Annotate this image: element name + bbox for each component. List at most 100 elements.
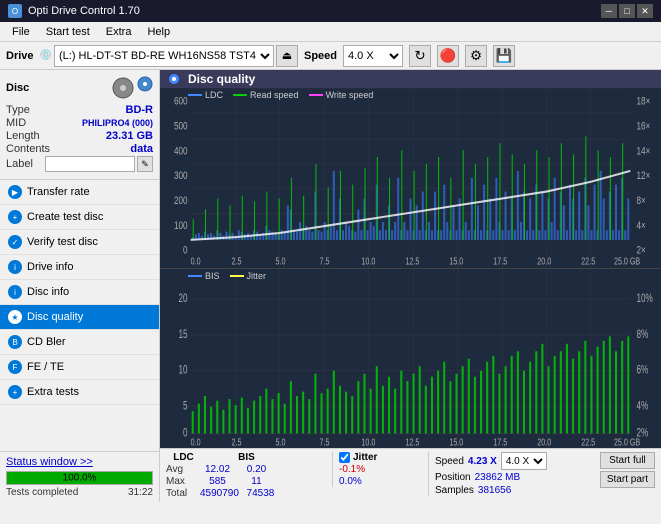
- nav-items: ▶ Transfer rate + Create test disc ✓ Ver…: [0, 180, 159, 451]
- nav-cd-bler[interactable]: B CD Bler: [0, 330, 159, 355]
- svg-text:22.5: 22.5: [581, 436, 595, 448]
- drive-select[interactable]: (L:) HL-DT-ST BD-RE WH16NS58 TST4: [54, 45, 274, 67]
- svg-text:10.0: 10.0: [361, 256, 375, 267]
- svg-text:18×: 18×: [636, 95, 650, 108]
- maximize-button[interactable]: □: [619, 4, 635, 18]
- nav-disc-quality[interactable]: ★ Disc quality: [0, 305, 159, 330]
- speed-label: Speed: [304, 50, 337, 62]
- legend-write: Write speed: [326, 90, 374, 100]
- close-button[interactable]: ✕: [637, 4, 653, 18]
- disc-contents-value: data: [130, 143, 153, 155]
- nav-label-bler: CD Bler: [27, 336, 66, 348]
- disc-label-label: Label: [6, 158, 33, 170]
- nav-create-test-disc[interactable]: + Create test disc: [0, 205, 159, 230]
- nav-drive-info[interactable]: i Drive info: [0, 255, 159, 280]
- svg-text:10%: 10%: [636, 292, 652, 305]
- disc-type-label: Type: [6, 104, 30, 116]
- nav-label-drive: Drive info: [27, 261, 73, 273]
- svg-text:20.0: 20.0: [537, 436, 551, 448]
- start-full-button[interactable]: Start full: [600, 452, 655, 469]
- burn-button[interactable]: 🔴: [437, 45, 459, 67]
- svg-text:15: 15: [179, 328, 188, 341]
- bottom-chart-svg: 20 15 10 5 0 10% 8% 6% 4% 2% 0.0 2.5 5.0…: [160, 269, 661, 449]
- svg-text:20.0: 20.0: [537, 256, 551, 267]
- svg-text:100: 100: [174, 220, 188, 233]
- menu-start-test[interactable]: Start test: [38, 24, 98, 40]
- nav-transfer-rate[interactable]: ▶ Transfer rate: [0, 180, 159, 205]
- disc-label-input[interactable]: [45, 156, 135, 172]
- stats-bis-avg: 0.20: [239, 464, 274, 475]
- disc-mid-label: MID: [6, 117, 26, 129]
- svg-text:4%: 4%: [636, 400, 648, 413]
- speed-select[interactable]: 4.0 X: [343, 45, 403, 67]
- disc-label-edit-button[interactable]: ✎: [137, 156, 153, 172]
- stats-bis-max: 11: [239, 476, 274, 487]
- right-panel: Disc quality LDC Read speed: [160, 70, 661, 502]
- menu-file[interactable]: File: [4, 24, 38, 40]
- position-val: 23862 MB: [475, 472, 521, 483]
- settings-button[interactable]: ⚙: [465, 45, 487, 67]
- app-title: Opti Drive Control 1.70: [28, 5, 140, 17]
- app-icon: O: [8, 4, 22, 18]
- svg-text:7.5: 7.5: [320, 256, 330, 267]
- legend-read: Read speed: [250, 90, 299, 100]
- disc-length-label: Length: [6, 130, 40, 142]
- chart-title: Disc quality: [188, 72, 255, 86]
- svg-text:400: 400: [174, 145, 188, 158]
- stats-ldc-total: 4590790: [200, 488, 239, 499]
- svg-text:4×: 4×: [636, 220, 645, 233]
- svg-text:15.0: 15.0: [449, 436, 463, 448]
- left-panel: Disc Type BD-R MID PHILIPR: [0, 70, 160, 502]
- svg-text:0: 0: [183, 427, 188, 440]
- menu-extra[interactable]: Extra: [98, 24, 140, 40]
- eject-button[interactable]: ⏏: [276, 45, 298, 67]
- nav-icon-bler: B: [8, 335, 22, 349]
- status-window-link[interactable]: Status window >>: [6, 456, 93, 468]
- disc-mid-value: PHILIPRO4 (000): [82, 118, 153, 128]
- stats-jitter-max: 0.0%: [339, 476, 362, 487]
- svg-text:2.5: 2.5: [232, 256, 242, 267]
- save-button[interactable]: 💾: [493, 45, 515, 67]
- samples-val: 381656: [478, 485, 511, 496]
- svg-text:10.0: 10.0: [361, 436, 375, 448]
- svg-text:15.0: 15.0: [449, 256, 463, 267]
- nav-disc-info[interactable]: i Disc info: [0, 280, 159, 305]
- disc-section-label: Disc: [6, 82, 29, 94]
- svg-text:12.5: 12.5: [405, 436, 419, 448]
- status-text: Tests completed: [6, 487, 78, 498]
- disc-icon-small: [137, 76, 153, 92]
- svg-text:200: 200: [174, 195, 188, 208]
- nav-icon-quality: ★: [8, 310, 22, 324]
- time-text: 31:22: [128, 487, 153, 498]
- nav-icon-drive: i: [8, 260, 22, 274]
- svg-text:25.0 GB: 25.0 GB: [614, 256, 641, 267]
- disc-section: Disc Type BD-R MID PHILIPR: [0, 70, 159, 180]
- svg-text:25.0 GB: 25.0 GB: [614, 436, 640, 448]
- refresh-button[interactable]: ↻: [409, 45, 431, 67]
- svg-text:0.0: 0.0: [191, 436, 201, 448]
- disc-length-value: 23.31 GB: [106, 130, 153, 142]
- svg-text:5: 5: [183, 400, 188, 413]
- svg-text:17.5: 17.5: [493, 436, 507, 448]
- top-chart-svg: 600 500 400 300 200 100 0 18× 16× 14× 12…: [160, 88, 661, 268]
- svg-text:22.5: 22.5: [581, 256, 595, 267]
- disc-contents-label: Contents: [6, 143, 50, 155]
- chart-header-icon: [168, 73, 180, 85]
- svg-text:500: 500: [174, 120, 188, 133]
- jitter-checkbox[interactable]: [339, 452, 350, 463]
- stats-avg-label: Avg: [166, 464, 196, 475]
- nav-label-transfer: Transfer rate: [27, 186, 90, 198]
- svg-text:0: 0: [183, 245, 188, 258]
- start-part-button[interactable]: Start part: [600, 471, 655, 488]
- nav-label-fete: FE / TE: [27, 361, 64, 373]
- minimize-button[interactable]: ─: [601, 4, 617, 18]
- speed-select-stats[interactable]: 4.0 X: [501, 452, 547, 470]
- nav-icon-transfer: ▶: [8, 185, 22, 199]
- menu-help[interactable]: Help: [139, 24, 178, 40]
- nav-verify-test-disc[interactable]: ✓ Verify test disc: [0, 230, 159, 255]
- nav-extra-tests[interactable]: + Extra tests: [0, 380, 159, 405]
- nav-fe-te[interactable]: F FE / TE: [0, 355, 159, 380]
- nav-icon-verify: ✓: [8, 235, 22, 249]
- nav-label-extra: Extra tests: [27, 386, 79, 398]
- svg-text:5.0: 5.0: [276, 436, 286, 448]
